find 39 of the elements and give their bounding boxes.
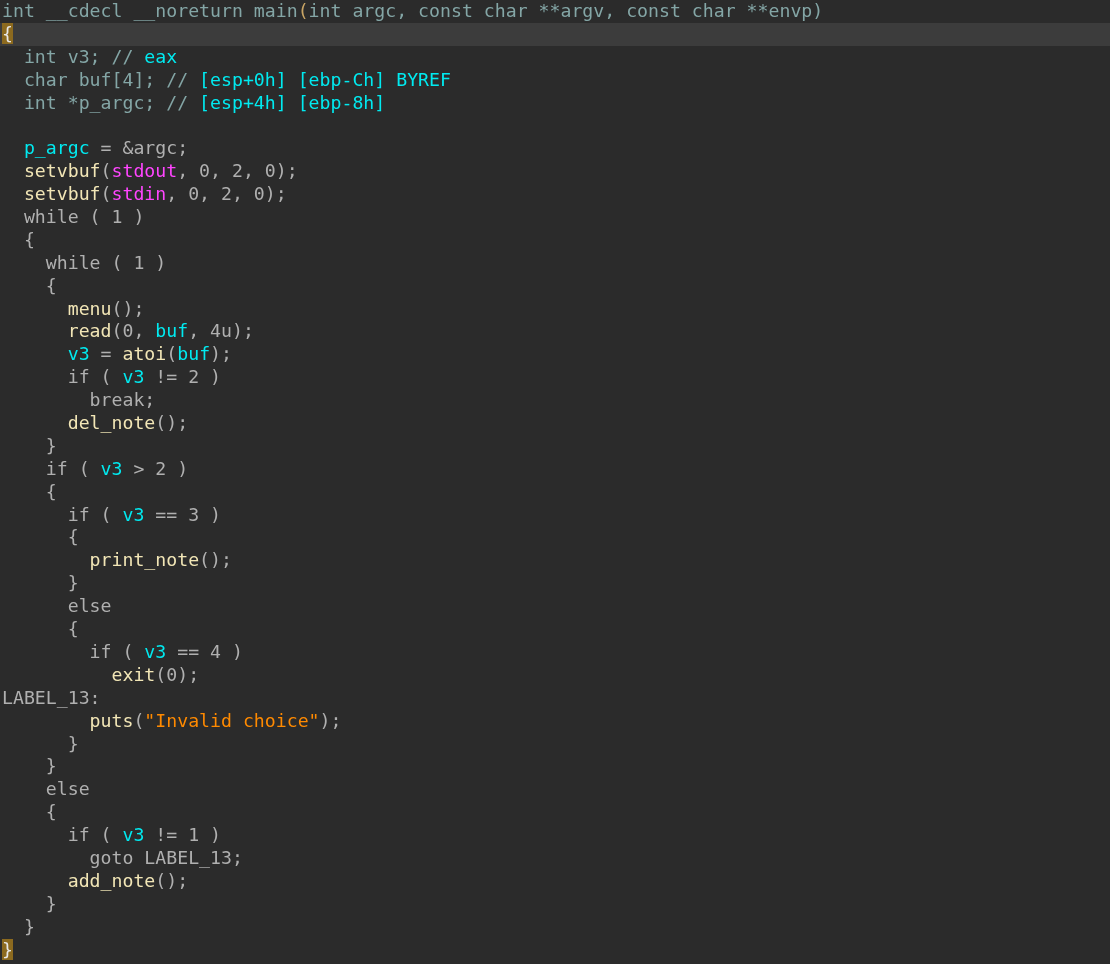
code-line: } xyxy=(22,915,36,939)
code-line: setvbuf(stdin, 0, 2, 0); xyxy=(22,183,288,206)
code-line: break; xyxy=(88,389,157,413)
code-line: int __cdecl __noreturn main(int argc, const char **argv, const char **envp) xyxy=(1,0,825,23)
code-line: { xyxy=(66,526,80,550)
code-line: v3 = atoi(buf); xyxy=(66,343,233,367)
code-line: read(0, buf, 4u); xyxy=(66,320,255,344)
code-line: { xyxy=(44,801,58,825)
code-line: puts("Invalid choice"); xyxy=(88,709,343,733)
code-line: { xyxy=(44,274,58,298)
code-line: exit(0); xyxy=(110,663,201,687)
code-line: if ( v3 > 2 ) xyxy=(44,457,190,481)
code-line: while ( 1 ) xyxy=(22,206,146,229)
code-line: if ( v3 != 1 ) xyxy=(66,824,222,847)
code-line: while ( 1 ) xyxy=(44,251,168,275)
code-line: } xyxy=(66,572,80,596)
code-line: char buf[4]; // [esp+0h] [ebp-Ch] BYREF xyxy=(22,68,452,92)
code-line: else xyxy=(44,778,91,802)
code-line: if ( v3 == 3 ) xyxy=(66,503,222,527)
code-line: add_note(); xyxy=(66,869,190,893)
code-line: { xyxy=(44,480,58,504)
code-line: } xyxy=(44,755,58,779)
code-line: setvbuf(stdout, 0, 2, 0); xyxy=(22,160,299,184)
code-line: { xyxy=(66,618,80,641)
code-line: p_argc = &argc; xyxy=(22,137,190,161)
code-line: } xyxy=(44,892,58,916)
code-line: } xyxy=(44,434,58,458)
code-line: int v3; // eax xyxy=(22,45,179,69)
code-line: LABEL_13: xyxy=(1,686,102,710)
code-line: else xyxy=(66,595,113,619)
code-line: { xyxy=(22,228,36,252)
code-line: if ( v3 == 4 ) xyxy=(88,640,244,664)
code-line: print_note(); xyxy=(88,549,233,573)
code-line: del_note(); xyxy=(66,412,190,435)
code-line: goto LABEL_13; xyxy=(88,846,244,870)
code-line: } xyxy=(66,732,80,756)
code-line: if ( v3 != 2 ) xyxy=(66,366,222,390)
code-line: int *p_argc; // [esp+4h] [ebp-8h] xyxy=(22,91,387,115)
code-line: menu(); xyxy=(66,297,146,321)
